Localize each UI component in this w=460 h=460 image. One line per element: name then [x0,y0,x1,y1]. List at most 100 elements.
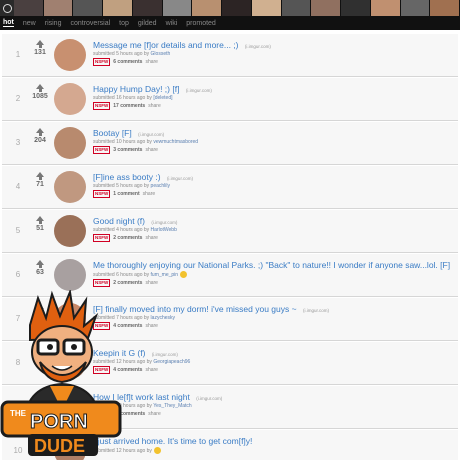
tab-controversial[interactable]: controversial [70,20,110,27]
post-domain[interactable]: (i.imgur.com) [167,176,193,181]
post-author-link[interactable]: Yes_They_Match [153,403,191,409]
share-link[interactable]: share [148,411,161,417]
header-thumbnail[interactable] [73,0,104,16]
share-link[interactable]: share [148,103,161,109]
tab-gilded[interactable]: gilded [138,20,157,27]
comments-link[interactable]: 2 comments [113,235,142,241]
header-thumbnail[interactable] [14,0,44,16]
post-buttons: NSFW 4 comments share [93,366,452,374]
share-link[interactable]: share [145,235,158,241]
tab-wiki[interactable]: wiki [166,20,178,27]
post-author-link[interactable]: peachlily [151,183,170,189]
post-title-link[interactable]: [F] finally moved into my dorm! i've mis… [93,304,297,314]
comments-link[interactable]: 4 comments [113,367,142,373]
header-thumbnail[interactable] [370,0,401,16]
header-thumbnail[interactable] [281,0,312,16]
post-domain[interactable]: (i.imgur.com) [303,308,329,313]
comments-link[interactable]: 6 comments [113,59,142,65]
post-title-link[interactable]: How I le[f]t work last night [93,392,190,402]
post-thumbnail[interactable] [54,303,86,335]
post-rank: 7 [15,314,21,323]
submitted-text: submitted 12 hours ago by [93,359,152,365]
post-tagline: submitted 5 hours ago by Glosseth [93,51,452,57]
tab-new[interactable]: new [23,20,36,27]
header-thumbnail[interactable] [162,0,193,16]
post-title-link[interactable]: I just arrived home. It's time to get co… [93,436,252,446]
share-link[interactable]: share [145,323,158,329]
header-thumbnail[interactable] [192,0,223,16]
post-domain[interactable]: (i.imgur.com) [186,88,212,93]
post-score: 204 [34,137,46,144]
tab-hot[interactable]: hot [3,19,14,27]
post-title-link[interactable]: Happy Hump Day! ;) [f] [93,84,179,94]
post-title-link[interactable]: Good night (f) [93,216,145,226]
post-title-link[interactable]: [F]ine ass booty :) [93,172,161,182]
comments-link[interactable]: 15 comments [113,411,145,417]
comments-link[interactable]: 17 comments [113,103,145,109]
vote-box: 131 [28,40,52,56]
post-author-link[interactable]: Glosseth [151,51,171,57]
header-thumbnail[interactable] [430,0,460,16]
post-domain[interactable]: (i.imgur.com) [245,44,271,49]
nsfw-badge: NSFW [93,279,111,287]
post-rank: 10 [13,446,23,455]
post-title-link[interactable]: Keepin it G (f) [93,348,145,358]
vote-box: 71 [28,172,52,188]
post-author-link[interactable]: Georgiapeach96 [153,359,190,365]
post-domain[interactable]: (i.imgur.com) [151,220,177,225]
vote-box: 63 [28,260,52,276]
submitted-text: submitted 10 hours ago by [93,403,152,409]
nsfw-badge: NSFW [93,58,111,66]
post-entry: How I le[f]t work last night (i.imgur.co… [93,392,452,418]
share-link[interactable]: share [145,147,158,153]
post-thumbnail[interactable] [54,347,86,379]
post-thumbnail[interactable] [54,127,86,159]
post-domain[interactable]: (i.imgur.com) [196,396,222,401]
post-title-link[interactable]: Bootay [F] [93,128,132,138]
comments-link[interactable]: 1 comment [113,191,139,197]
header-thumbnail[interactable] [341,0,371,16]
tab-promoted[interactable]: promoted [186,20,216,27]
share-link[interactable]: share [145,59,158,65]
post-thumbnail[interactable] [54,259,86,291]
post-thumbnail[interactable] [54,391,86,423]
post-row: 6 63 Me thoroughly enjoying our National… [2,254,458,297]
comments-link[interactable]: 2 comments [113,280,142,286]
post-thumbnail[interactable] [54,39,86,71]
post-thumbnail[interactable] [54,435,86,460]
post-thumbnail[interactable] [54,171,86,203]
post-tagline: submitted 12 hours ago by Georgiapeach96 [93,359,452,365]
share-link[interactable]: share [143,191,156,197]
header-thumbnail[interactable] [251,0,282,16]
nsfw-badge: NSFW [93,102,111,110]
post-buttons: NSFW 3 comments share [93,146,452,154]
post-author-link[interactable]: HarlotWebb [151,227,177,233]
header-thumbnail[interactable] [222,0,252,16]
submitted-text: submitted 5 hours ago by [93,183,150,189]
post-author-link[interactable]: [deleted] [153,95,172,101]
post-author-link[interactable]: lazychesky [151,315,175,321]
post-thumbnail[interactable] [54,215,86,247]
comments-link[interactable]: 3 comments [113,147,142,153]
header-thumbnail[interactable] [400,0,431,16]
reddit-logo-icon[interactable] [0,0,14,16]
post-domain[interactable]: (i.imgur.com) [138,132,164,137]
header-thumbnail[interactable] [43,0,74,16]
share-link[interactable]: share [145,280,158,286]
post-title-link[interactable]: Message me [f]or details and more... ;) [93,40,239,50]
post-score: 131 [34,49,46,56]
header-thumbnail[interactable] [132,0,163,16]
post-title-link[interactable]: Me thoroughly enjoying our National Park… [93,260,450,270]
post-score: 63 [36,269,44,276]
comments-link[interactable]: 4 comments [113,323,142,329]
header-thumbnail[interactable] [311,0,342,16]
header-thumbnail[interactable] [103,0,133,16]
post-author-link[interactable]: fum_me_pin [151,272,179,278]
post-tagline: submitted 6 hours ago by fum_me_pin [93,271,452,278]
post-thumbnail[interactable] [54,83,86,115]
post-domain[interactable]: (i.imgur.com) [152,352,178,357]
tab-top[interactable]: top [119,20,129,27]
post-author-link[interactable]: vewmuchtmasbored [153,139,198,145]
share-link[interactable]: share [145,367,158,373]
tab-rising[interactable]: rising [45,20,62,27]
